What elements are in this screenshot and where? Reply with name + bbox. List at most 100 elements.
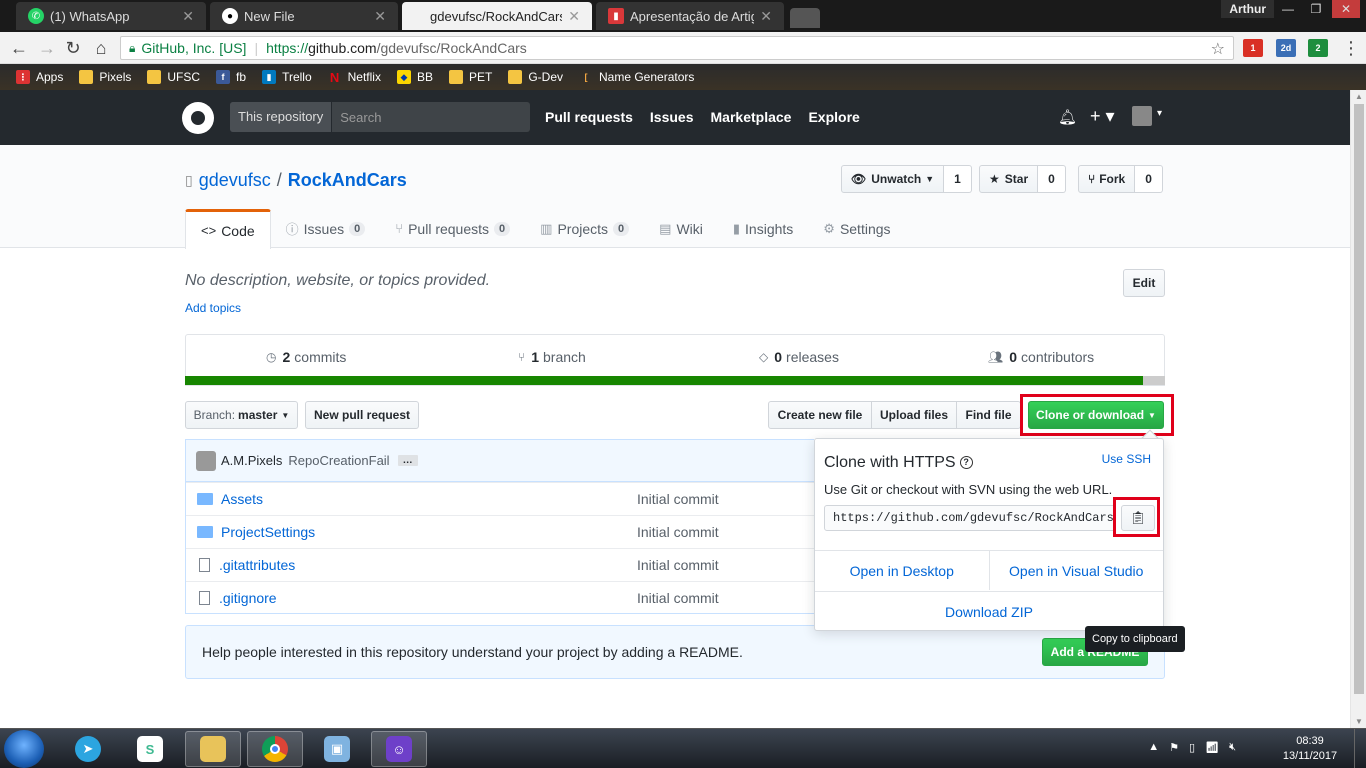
nav-marketplace[interactable]: Marketplace (711, 109, 792, 125)
bookmark-bb[interactable]: ◆ BB (391, 66, 439, 88)
plus-dropdown-icon[interactable]: + ▾ (1090, 106, 1115, 127)
tab-issues[interactable]: ⓘ Issues 0 (271, 209, 381, 248)
language-bar[interactable] (185, 376, 1165, 385)
tray-chevron-icon[interactable]: ▲ (1148, 741, 1159, 754)
telegram-taskbar-button[interactable]: ➤ (60, 731, 116, 767)
reload-icon[interactable]: ↻ (62, 37, 84, 59)
bookmark-trello[interactable]: ▮ Trello (256, 66, 318, 88)
back-icon[interactable]: ← (8, 37, 30, 59)
close-icon[interactable]: ✕ (568, 8, 580, 25)
expand-commit-button[interactable]: … (397, 455, 418, 466)
show-desktop-button[interactable] (1354, 729, 1366, 768)
releases-link[interactable]: ◇ 0 releases (759, 349, 839, 365)
tab-code[interactable]: <> Code (185, 209, 271, 249)
scroll-up-icon[interactable]: ▲ (1355, 92, 1363, 101)
github-logo-icon[interactable] (182, 102, 214, 134)
repo-name-link[interactable]: RockAndCars (288, 170, 407, 191)
search-scope[interactable]: This repository (230, 102, 333, 132)
chrome-taskbar-button[interactable] (247, 731, 303, 767)
file-commit-message[interactable]: Initial commit (637, 491, 719, 507)
tab-repo[interactable]: gdevufsc/RockAndCars ✕ (402, 2, 592, 30)
app-taskbar-button[interactable]: ▣ (309, 731, 365, 767)
explorer-taskbar-button[interactable] (185, 731, 241, 767)
calendar-extension-icon[interactable]: 2d (1276, 39, 1296, 57)
network-icon[interactable]: 📶︎ (1205, 741, 1219, 754)
tab-new-file[interactable]: ● New File ✕ (210, 2, 398, 30)
volume-icon[interactable]: 🔇︎ (1229, 741, 1236, 754)
bookmark-gdev[interactable]: G-Dev (502, 66, 569, 88)
fork-count[interactable]: 0 (1135, 165, 1163, 193)
bell-icon[interactable]: 🔔︎ (1058, 108, 1077, 126)
bookmark-netflix[interactable]: N Netflix (322, 66, 387, 88)
forward-icon[interactable]: → (36, 37, 58, 59)
add-topics-link[interactable]: Add topics (185, 301, 241, 315)
start-button[interactable] (4, 730, 44, 768)
tasks-extension-icon[interactable]: 2 (1308, 39, 1328, 57)
github-desktop-taskbar-button[interactable]: ☺ (371, 731, 427, 767)
gmail-extension-icon[interactable]: 1 (1243, 39, 1263, 57)
address-bar[interactable]: 🔒︎ GitHub, Inc. [US] | https://github.co… (120, 36, 1234, 60)
slack-taskbar-button[interactable]: S (122, 731, 178, 767)
contributors-link[interactable]: 👥︎ 0 contributors (988, 349, 1094, 365)
star-button[interactable]: ★ Star (979, 165, 1039, 193)
home-icon[interactable]: ⌂ (90, 37, 112, 59)
scroll-down-icon[interactable]: ▼ (1355, 717, 1363, 726)
nav-pull-requests[interactable]: Pull requests (545, 109, 633, 125)
commits-link[interactable]: ◷ 2 commits (266, 349, 346, 365)
tab-wiki[interactable]: ▤ Wiki (644, 209, 718, 248)
tab-projects[interactable]: ▥ Projects 0 (525, 209, 644, 248)
upload-files-button[interactable]: Upload files (871, 401, 957, 429)
bookmark-pixels[interactable]: Pixels (73, 66, 137, 88)
scrollbar-thumb[interactable] (1354, 104, 1364, 694)
close-window-icon[interactable]: ✕ (1332, 0, 1360, 18)
watch-count[interactable]: 1 (944, 165, 972, 193)
bookmark-fb[interactable]: f fb (210, 66, 252, 88)
tab-pull-requests[interactable]: ⑂ Pull requests 0 (380, 209, 525, 248)
vertical-scrollbar[interactable]: ▲ ▼ (1350, 90, 1366, 728)
avatar[interactable] (196, 450, 216, 471)
use-ssh-link[interactable]: Use SSH (1102, 452, 1151, 466)
minimize-icon[interactable]: — (1274, 0, 1302, 18)
unwatch-button[interactable]: 👁︎ Unwatch ▼ (841, 165, 945, 193)
help-icon[interactable]: ? (959, 456, 973, 470)
clone-url-input[interactable] (824, 505, 1116, 531)
tab-whatsapp[interactable]: ✆ (1) WhatsApp ✕ (16, 2, 206, 30)
bookmark-ufsc[interactable]: UFSC (141, 66, 206, 88)
create-new-file-button[interactable]: Create new file (768, 401, 872, 429)
tab-insights[interactable]: ▮ Insights (718, 209, 808, 248)
bookmark-apps[interactable]: ⋮ Apps (10, 66, 69, 88)
tab-trello[interactable]: ▮ Apresentação de Artigos ✕ (596, 2, 784, 30)
restore-icon[interactable]: ❐ (1302, 0, 1330, 18)
file-commit-message[interactable]: Initial commit (637, 590, 719, 606)
download-zip-link[interactable]: Download ZIP (815, 591, 1163, 631)
find-file-button[interactable]: Find file (956, 401, 1021, 429)
battery-icon[interactable]: ▯ (1189, 741, 1195, 754)
open-in-visual-studio-link[interactable]: Open in Visual Studio (990, 551, 1164, 590)
file-link[interactable]: ProjectSettings (221, 524, 315, 540)
new-tab-button[interactable] (790, 8, 820, 28)
file-commit-message[interactable]: Initial commit (637, 524, 719, 540)
nav-explore[interactable]: Explore (808, 109, 859, 125)
avatar[interactable] (1132, 106, 1152, 126)
search-input[interactable] (332, 109, 530, 125)
file-commit-message[interactable]: Initial commit (637, 557, 719, 573)
bookmark-pet[interactable]: PET (443, 66, 498, 88)
file-link[interactable]: Assets (221, 491, 263, 507)
close-icon[interactable]: ✕ (182, 8, 194, 25)
star-count[interactable]: 0 (1038, 165, 1066, 193)
branch-select-button[interactable]: Branch: master ▼ (185, 401, 298, 429)
bookmark-name-generators[interactable]: [Name Generators (573, 66, 700, 88)
edit-button[interactable]: Edit (1123, 269, 1165, 297)
profile-name[interactable]: Arthur (1221, 0, 1274, 18)
clock[interactable]: 08:39 13/11/2017 (1280, 734, 1340, 764)
tab-settings[interactable]: ⚙ Settings (808, 209, 905, 248)
repo-owner-link[interactable]: gdevufsc (199, 170, 271, 191)
new-pull-request-button[interactable]: New pull request (305, 401, 419, 429)
menu-icon[interactable]: ⋮ (1340, 37, 1362, 59)
file-link[interactable]: .gitattributes (219, 557, 295, 573)
open-in-desktop-link[interactable]: Open in Desktop (815, 551, 990, 590)
branch-link[interactable]: ⑂ 1 branch (518, 349, 586, 365)
commit-author[interactable]: A.M.Pixels (221, 453, 282, 468)
nav-issues[interactable]: Issues (650, 109, 694, 125)
commit-message[interactable]: RepoCreationFail (288, 453, 389, 468)
